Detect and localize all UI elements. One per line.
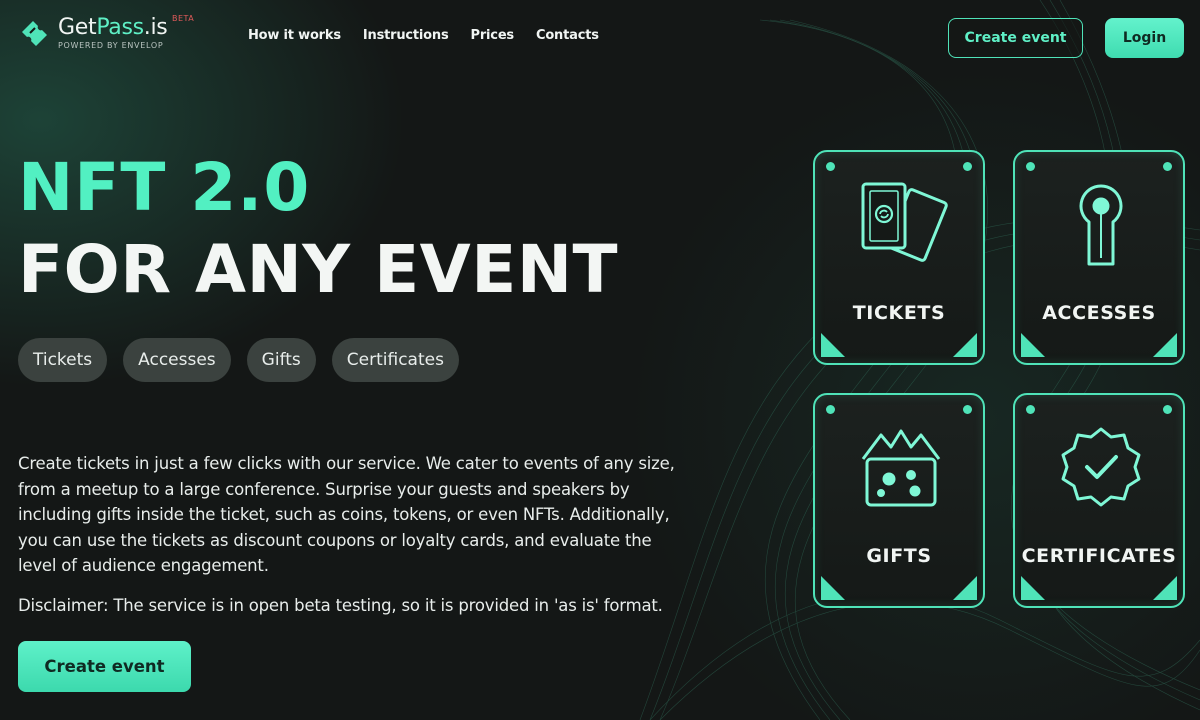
category-chips: Tickets Accesses Gifts Certificates [18,338,475,382]
card-label-certificates: CERTIFICATES [1021,545,1177,567]
card-dot [1163,162,1172,171]
card-label-accesses: ACCESSES [1042,302,1156,324]
hero-title-line2: FOR ANY EVENT [18,231,619,308]
keyhole-icon [1079,184,1123,266]
certificate-badge-icon [1061,427,1141,507]
card-accesses[interactable]: ACCESSES [1013,150,1185,365]
logo-powered-by: POWERED BY ENVELOP [58,41,164,50]
card-dot [1163,405,1172,414]
card-corner-decoration [953,576,977,600]
card-corner-decoration [821,576,845,600]
card-certificates[interactable]: CERTIFICATES [1013,393,1185,608]
card-gifts[interactable]: GIFTS [813,393,985,608]
hero-create-event-button[interactable]: Create event [18,641,191,692]
header-create-event-button[interactable]: Create event [948,18,1083,58]
logo-text: GetPass.is POWERED BY ENVELOP [58,15,168,51]
card-corner-decoration [821,333,845,357]
nav-how-it-works[interactable]: How it works [248,28,341,43]
card-dot [826,162,835,171]
card-corner-decoration [1153,576,1177,600]
card-label-gifts: GIFTS [866,545,932,567]
card-corner-decoration [1021,333,1045,357]
hero-description: Create tickets in just a few clicks with… [18,454,675,575]
logo-name-pass: Pass [96,15,144,40]
chip-certificates[interactable]: Certificates [331,338,459,382]
logo-ticket-icon [22,21,47,46]
card-corner-decoration [1153,333,1177,357]
card-dot [1026,405,1035,414]
logo[interactable]: GetPass.is POWERED BY ENVELOP BETA [18,14,194,51]
card-tickets[interactable]: TICKETS [813,150,985,365]
chip-accesses[interactable]: Accesses [123,338,231,382]
card-dot [963,162,972,171]
card-corner-decoration [1021,576,1045,600]
card-label-tickets: TICKETS [852,302,946,324]
hero-title-line1: NFT 2.0 [18,149,311,226]
card-dot [826,405,835,414]
logo-name-domain: .is [143,15,168,40]
card-dot [963,405,972,414]
beta-disclaimer: Disclaimer: The service is in open beta … [18,596,663,615]
nav-contacts[interactable]: Contacts [536,28,599,43]
chip-gifts[interactable]: Gifts [246,338,316,382]
chip-tickets[interactable]: Tickets [18,338,108,382]
card-corner-decoration [953,333,977,357]
logo-name-get: Get [58,15,97,40]
tickets-icon [861,182,948,262]
gift-icon [861,429,941,507]
login-button[interactable]: Login [1105,18,1184,58]
landing-page: GetPass.is POWERED BY ENVELOP BETA How i… [0,0,1200,720]
nav-prices[interactable]: Prices [471,28,515,43]
nav-instructions[interactable]: Instructions [363,28,449,43]
card-dot [1026,162,1035,171]
beta-badge: BETA [172,14,195,23]
main-nav: How it works Instructions Prices Contact… [248,28,621,43]
